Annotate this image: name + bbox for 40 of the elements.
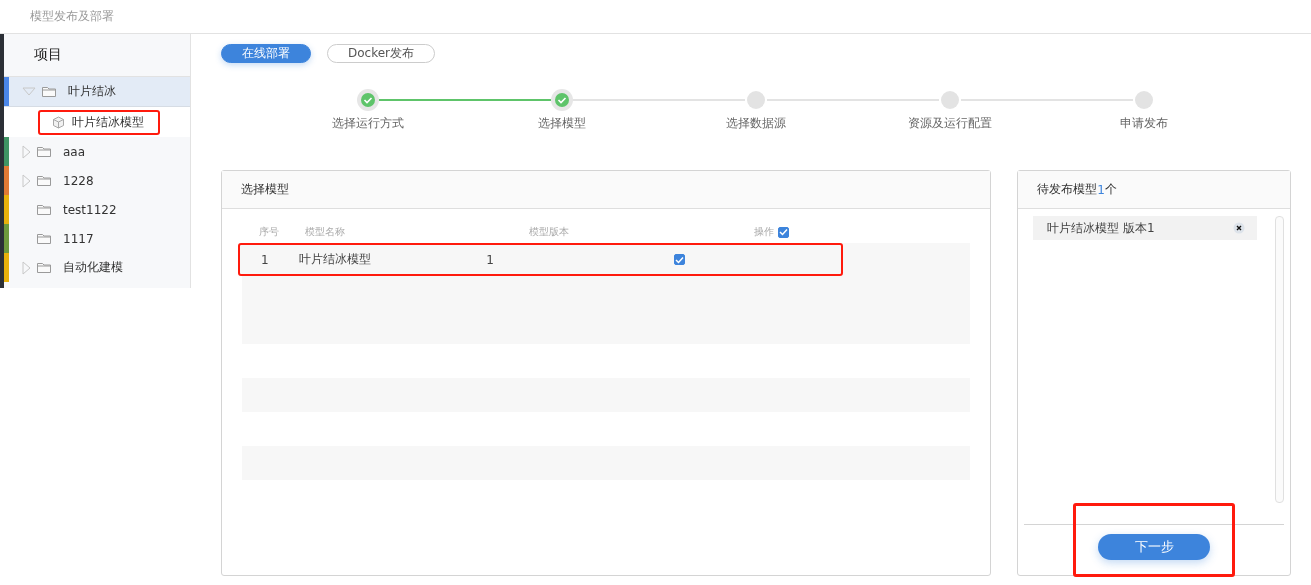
panel-title: 选择模型 <box>222 171 991 209</box>
check-icon <box>779 228 788 236</box>
folder-icon <box>37 233 51 244</box>
tree-item[interactable]: 1117 <box>4 224 190 253</box>
table-cell: 叶片结冰模型 <box>299 251 372 268</box>
step-label: 选择运行方式 <box>332 115 404 132</box>
folder-icon <box>37 262 51 273</box>
folder-icon <box>37 146 51 157</box>
step-label: 选择模型 <box>538 115 586 132</box>
close-icon[interactable] <box>1233 222 1245 234</box>
column-header: 模型版本 <box>529 225 569 239</box>
tree-item[interactable]: 自动化建模 <box>4 253 190 282</box>
table-row[interactable]: 1 叶片结冰模型 1 <box>238 243 843 276</box>
panel-title: 待发布模型1个 <box>1018 171 1290 209</box>
mode-tab[interactable]: Docker发布 <box>327 44 436 63</box>
folder-icon <box>37 175 51 186</box>
mode-tab[interactable]: 在线部署 <box>221 44 311 63</box>
column-header: 序号 <box>259 225 279 239</box>
cube-icon <box>52 115 65 129</box>
table-cell: 1 <box>261 252 269 267</box>
tree-item[interactable]: 1228 <box>4 166 190 195</box>
folder-icon <box>37 204 51 215</box>
table-cell: 1 <box>486 252 494 267</box>
step-label: 选择数据源 <box>726 115 786 132</box>
tree-item[interactable]: 叶片结冰模型 <box>38 109 160 135</box>
tree-item[interactable]: 叶片结冰 <box>4 77 190 107</box>
tree-item[interactable]: test1122 <box>4 195 190 224</box>
row-checkbox[interactable] <box>674 254 686 265</box>
step-label: 申请发布 <box>1120 115 1168 132</box>
step-label: 资源及运行配置 <box>908 115 992 132</box>
folder-icon <box>42 86 56 97</box>
select-all-checkbox[interactable] <box>778 226 789 238</box>
tree-item[interactable]: aaa <box>4 137 190 166</box>
check-icon <box>675 255 685 264</box>
next-button[interactable]: 下一步 <box>1098 534 1211 560</box>
column-header: 操作 <box>754 225 774 239</box>
item-label: 叶片结冰模型 版本1 <box>1047 219 1155 237</box>
scrollbar[interactable] <box>1275 216 1284 503</box>
window-title: 模型发布及部署 <box>30 8 114 25</box>
column-header: 模型名称 <box>305 225 345 239</box>
